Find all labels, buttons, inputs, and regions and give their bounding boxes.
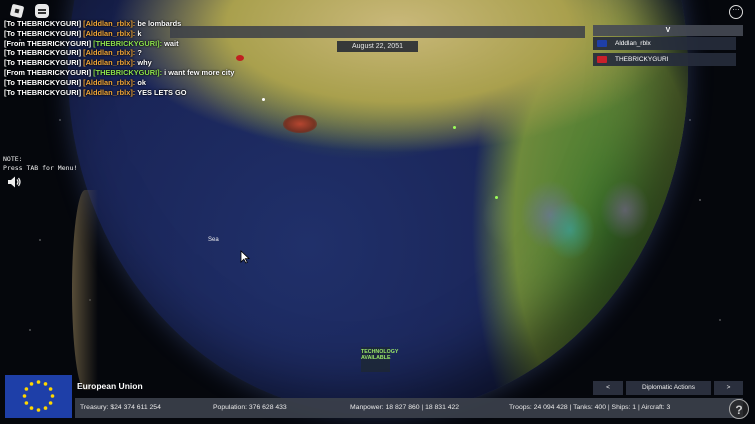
speaker-icon[interactable] (7, 175, 21, 189)
chat-log: [To THEBRICKYGURI] [Alddlan_rblx]: be lo… (4, 19, 244, 97)
chat-message: [To THEBRICKYGURI] [Alddlan_rblx]: ? (4, 48, 142, 58)
military-stat: Troops: 24 094 428 | Tanks: 400 | Ships:… (509, 404, 671, 411)
diplomatic-actions-button[interactable]: Diplomatic Actions (626, 381, 711, 395)
note-title: NOTE: (3, 155, 23, 163)
menu-hint: NOTE: Press TAB for Menu! (3, 155, 77, 172)
chat-message: [To THEBRICKYGURI] [Alddlan_rblx]: be lo… (4, 19, 182, 28)
chat-icon[interactable] (35, 4, 49, 18)
territory-highlight (495, 196, 498, 199)
territory-highlight (262, 98, 265, 101)
diplomacy-next-button[interactable]: > (714, 381, 743, 395)
territory-highlight (283, 115, 317, 133)
flag-icon (597, 40, 607, 47)
chat-message: [From THEBRICKYGURI] [THEBRICKYGURI]: wa… (4, 38, 179, 48)
player-list-toggle[interactable]: V (593, 25, 743, 36)
treasury-stat: Treasury: $24 374 611 254 (80, 404, 161, 411)
globe-edge-landmass (72, 190, 98, 390)
chat-message: [To THEBRICKYGURI] [Alddlan_rblx]: ok (4, 77, 146, 87)
player-name: Alddlan_rblx (615, 40, 651, 47)
note-text: Press TAB for Menu! (3, 163, 78, 172)
player-name: THEBRICKYGURI (615, 56, 669, 63)
player-list-item[interactable]: Alddlan_rblx (593, 37, 736, 50)
player-list-item[interactable]: THEBRICKYGURI (593, 53, 736, 66)
chat-message: [From THEBRICKYGURI] [THEBRICKYGURI]: i … (4, 67, 235, 77)
territory-highlight (545, 200, 595, 260)
stats-bar: Treasury: $24 374 611 254 Population: 37… (75, 398, 743, 418)
country-flag (5, 375, 72, 418)
chat-message: [To THEBRICKYGURI] [Alddlan_rblx]: YES L… (4, 87, 187, 97)
country-name: European Union (77, 381, 143, 391)
flag-icon (597, 56, 607, 63)
game-date: August 22, 2051 (337, 41, 418, 52)
population-stat: Population: 376 628 433 (213, 404, 287, 411)
chat-message: [To THEBRICKYGURI] [Alddlan_rblx]: why (4, 58, 152, 68)
territory-highlight (600, 180, 650, 240)
menu-icon[interactable]: ⋯ (729, 5, 743, 19)
eu-flag-stars (22, 380, 55, 412)
mouse-cursor-icon (240, 250, 251, 264)
chat-message: [To THEBRICKYGURI] [Alddlan_rblx]: k (4, 28, 142, 38)
technology-available-button[interactable]: TECHNOLOGY AVAILABLE (361, 347, 398, 372)
manpower-stat: Manpower: 18 827 860 | 18 831 422 (350, 404, 460, 411)
territory-highlight (453, 126, 456, 129)
diplomacy-prev-button[interactable]: < (593, 381, 623, 395)
sea-label: Sea (208, 237, 219, 243)
help-icon[interactable]: ? (729, 399, 749, 419)
